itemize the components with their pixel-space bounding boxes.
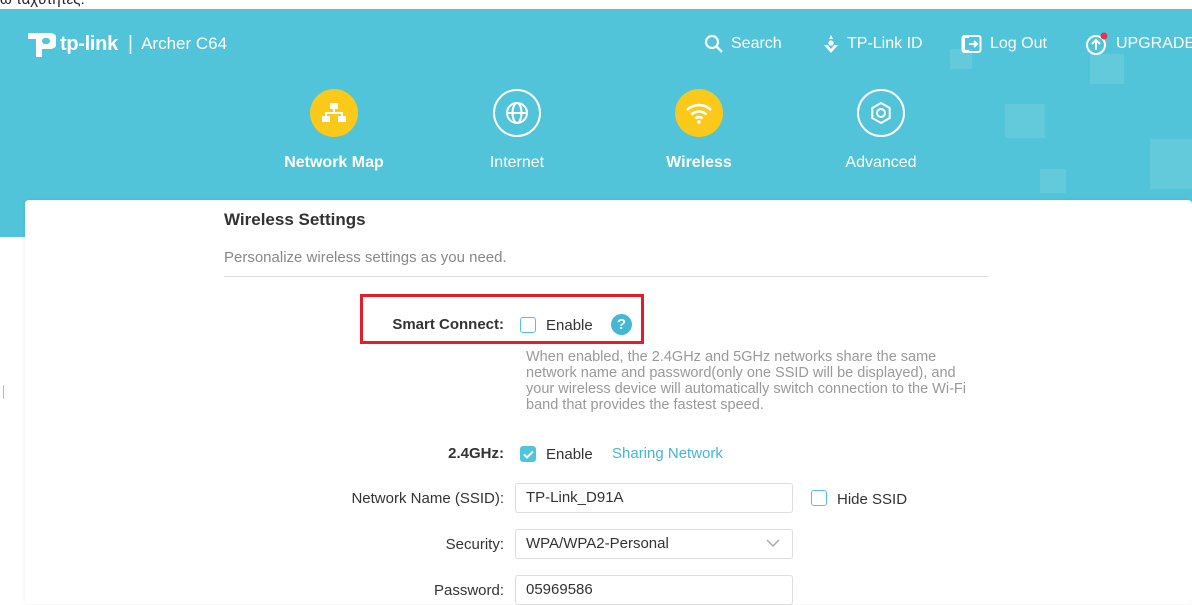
tplink-id-button[interactable]: TP-Link ID [822,31,923,57]
hide-ssid-label: Hide SSID [837,491,908,508]
active-tab-pointer [690,220,710,230]
network-map-icon [310,89,358,137]
upgrade-label: UPGRADE [1116,35,1192,52]
security-value: WPA/WPA2-Personal [526,535,669,552]
brand-name: tp-link [60,32,118,55]
divider [224,276,988,277]
tplink-id-label: TP-Link ID [847,35,923,52]
band-24-checkbox[interactable] [520,446,536,462]
band-24-label: 2.4GHz: [448,445,504,462]
page-title: Wireless Settings [224,210,366,229]
smart-connect-label: Smart Connect: [392,316,504,333]
search-label: Search [731,35,782,52]
band-24-enable-label: Enable [546,446,593,463]
logout-button[interactable]: Log Out [961,31,1047,57]
security-label: Security: [445,536,504,553]
brand[interactable]: tp-link | Archer C64 [22,27,227,61]
caption-strip: ώ ταχύτητες. [0,0,1192,9]
tab-advanced[interactable]: Advanced [821,89,941,172]
search-icon [704,34,723,53]
help-icon[interactable]: ? [611,314,632,335]
ssid-input[interactable]: TP-Link_D91A [515,483,793,513]
tplink-logo-icon [28,33,56,57]
chevron-down-icon [766,539,780,548]
tab-advanced-label: Advanced [845,154,917,171]
wifi-icon [675,89,723,137]
tab-internet-label: Internet [489,154,545,171]
security-select[interactable]: WPA/WPA2-Personal [515,529,793,559]
search-button[interactable]: Search [704,31,782,57]
password-label: Password: [433,582,504,599]
logout-label: Log Out [990,35,1047,52]
advanced-gear-icon [857,89,905,137]
tab-internet[interactable]: Internet [457,89,577,172]
hide-ssid-checkbox[interactable] [811,490,827,506]
sharing-network-link[interactable]: Sharing Network [612,445,723,462]
ssid-label: Network Name (SSID): [351,490,504,507]
smart-connect-enable-label: Enable [546,317,593,334]
caption-text: ώ ταχύτητες. [0,0,85,8]
brand-separator: | [127,32,134,55]
logout-icon [961,35,982,53]
smart-connect-checkbox[interactable] [520,317,536,333]
upgrade-button[interactable]: UPGRADE [1085,31,1192,57]
tab-wireless[interactable]: Wireless [639,89,759,172]
checkmark-icon [522,450,534,459]
tab-wireless-label: Wireless [666,154,732,171]
tplink-id-icon [824,35,838,53]
tab-network-map[interactable]: Network Map [274,89,394,172]
page-subtitle: Personalize wireless settings as you nee… [224,249,507,266]
upgrade-icon [1086,32,1108,55]
smart-connect-description: When enabled, the 2.4GHz and 5GHz networ… [526,349,966,413]
edge-mark [3,385,4,399]
brand-model: Archer C64 [141,34,228,53]
password-input[interactable]: 05969586 [515,575,793,605]
globe-icon [493,89,541,137]
tab-network-map-label: Network Map [284,154,384,171]
